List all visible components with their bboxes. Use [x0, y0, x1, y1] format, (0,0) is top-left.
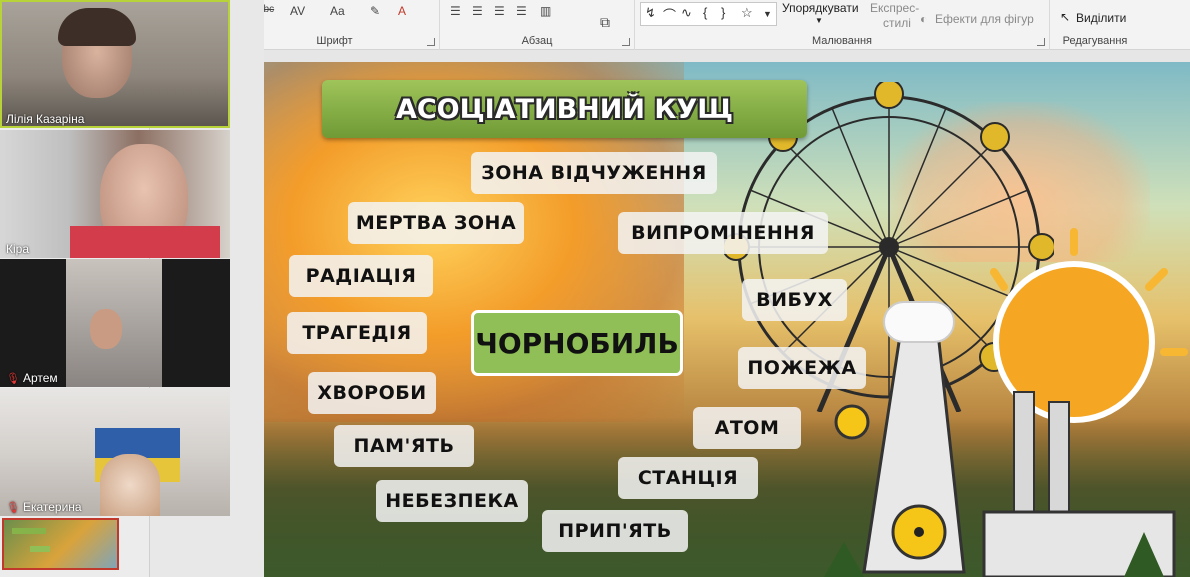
participant-face-3: [100, 454, 160, 516]
select-button[interactable]: Виділити: [1076, 11, 1126, 25]
nuclear-plant-image: [824, 228, 1188, 577]
brace-left-shape-icon[interactable]: {: [703, 5, 707, 20]
align-center-icon[interactable]: ☰: [472, 4, 483, 18]
word-box-9[interactable]: ПАМ'ЯТЬ: [334, 425, 474, 467]
muted-mic-icon: 🎙︎: [6, 373, 20, 385]
arc-shape-icon[interactable]: ⌒: [663, 5, 676, 24]
gallery-more-icon[interactable]: ▼: [763, 9, 772, 19]
participant-name-0: Лілія Казаріна: [6, 112, 85, 126]
word-box-7[interactable]: ХВОРОБИ: [308, 372, 436, 414]
select-cursor-icon[interactable]: ↖: [1060, 10, 1070, 24]
quick-styles-button-line2[interactable]: стилі: [883, 16, 911, 30]
align-right-icon[interactable]: ☰: [494, 4, 505, 18]
slide-title: АСОЦІАТИВНИЙ КУЩ: [395, 93, 734, 125]
video-tile-participant-1[interactable]: Кіра: [0, 130, 230, 258]
video-tile-participant-0[interactable]: Лілія Казаріна: [0, 0, 230, 128]
word-box-8[interactable]: АТОМ: [693, 407, 801, 449]
arrange-dropdown-icon[interactable]: ▼: [815, 16, 823, 25]
brace-right-shape-icon[interactable]: }: [721, 5, 725, 20]
participant-face-2: [90, 309, 122, 349]
participant-name-3: 🎙︎ Екатерина: [6, 500, 82, 514]
word-box-1[interactable]: МЕРТВА ЗОНА: [348, 202, 524, 244]
font-dialog-launcher-icon[interactable]: [427, 38, 435, 46]
word-box-2[interactable]: ВИПРОМІНЕННЯ: [618, 212, 828, 254]
word-box-6[interactable]: ПОЖЕЖА: [738, 347, 866, 389]
word-box-12[interactable]: ПРИП'ЯТЬ: [542, 510, 688, 552]
participant-name-1: Кіра: [6, 242, 30, 256]
paragraph-group-label: Абзац: [521, 35, 553, 47]
paragraph-dialog-launcher-icon[interactable]: [622, 38, 630, 46]
video-tile-participant-2[interactable]: 🎙︎ Артем: [0, 259, 230, 387]
slide-title-box[interactable]: АСОЦІАТИВНИЙ КУЩ: [322, 80, 807, 138]
shape-effects-button[interactable]: Ефекти для фігур: [935, 12, 1034, 26]
muted-mic-icon: 🎙︎: [6, 502, 20, 514]
quick-styles-button-line1[interactable]: Експрес-: [870, 1, 919, 15]
participant-name-label-2: Артем: [22, 371, 58, 385]
justify-icon[interactable]: ☰: [516, 4, 527, 18]
powerpoint-window: S abc AV Aa ✎ A Шрифт ☰ ☰ ☰ ☰ ▥ Абзац ⧉ …: [0, 0, 1190, 577]
participant-name-label-3: Екатерина: [22, 500, 82, 514]
editing-group-label: Редагування: [1062, 35, 1128, 47]
word-box-5[interactable]: ТРАГЕДІЯ: [287, 312, 427, 354]
text-highlight-icon[interactable]: ✎: [370, 4, 380, 18]
columns-icon[interactable]: ▥: [540, 4, 551, 18]
participant-name-2: 🎙︎ Артем: [6, 371, 58, 385]
drawing-group: ⧉ ↯ ⌒ ∿ { } ☆ ▼ Упорядкувати ▼ Експрес- …: [600, 0, 1050, 50]
drawing-dialog-launcher-icon[interactable]: [1037, 38, 1045, 46]
editing-group: ↖ Виділити Редагування: [1050, 0, 1140, 50]
thumb-center-shape: [30, 546, 50, 552]
change-case-icon[interactable]: Aa: [330, 4, 345, 18]
drawing-group-label: Малювання: [811, 35, 873, 47]
curve-shape-icon[interactable]: ↯: [645, 5, 656, 21]
word-box-3[interactable]: РАДІАЦІЯ: [289, 255, 433, 297]
thumb-title-shape: [12, 528, 46, 534]
arrange-button[interactable]: Упорядкувати: [782, 1, 859, 15]
shape-effects-icon[interactable]: ◐: [920, 12, 927, 26]
wave-shape-icon[interactable]: ∿: [681, 5, 692, 21]
participant-shirt-1: [70, 226, 220, 258]
font-color-icon[interactable]: A: [398, 4, 406, 18]
align-left-icon[interactable]: ☰: [450, 4, 461, 18]
star-shape-icon[interactable]: ☆: [741, 5, 753, 21]
text-direction-icon[interactable]: ⧉: [600, 14, 610, 31]
word-box-4[interactable]: ВИБУХ: [742, 279, 847, 321]
slide-thumbnail-1[interactable]: [2, 518, 119, 570]
video-tile-participant-3[interactable]: 🎙︎ Екатерина: [0, 388, 230, 516]
left-panel: Лілія Казаріна Кіра 🎙︎ Артем 🎙︎ Екатерина: [0, 0, 264, 577]
center-word-box[interactable]: ЧОРНОБИЛЬ: [471, 310, 683, 376]
word-box-11[interactable]: НЕБЕЗПЕКА: [376, 480, 528, 522]
participant-hair-0: [58, 8, 136, 46]
word-box-10[interactable]: СТАНЦІЯ: [618, 457, 758, 499]
char-spacing-icon[interactable]: AV: [290, 4, 305, 18]
shapes-gallery[interactable]: ↯ ⌒ ∿ { } ☆ ▼: [640, 2, 777, 26]
word-box-0[interactable]: ЗОНА ВІДЧУЖЕННЯ: [471, 152, 717, 194]
slide-canvas[interactable]: АСОЦІАТИВНИЙ КУЩ ЧОРНОБИЛЬ ЗОНА ВІДЧУЖЕН…: [264, 62, 1190, 577]
